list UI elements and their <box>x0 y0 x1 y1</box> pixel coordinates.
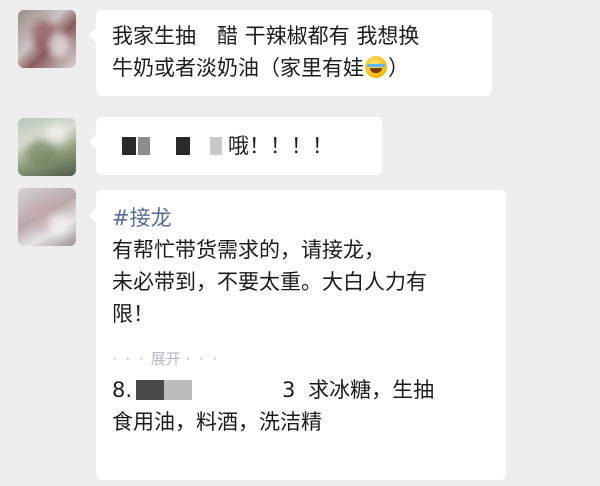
message-bubble[interactable]: #接龙 有帮忙带货需求的，请接龙， 未必带到，不要太重。大白人力有 限！ · ·… <box>89 190 506 480</box>
sender-avatar[interactable] <box>18 118 76 176</box>
redacted-name-block <box>122 137 136 155</box>
redacted-name-block <box>192 380 283 400</box>
sender-avatar[interactable] <box>18 10 76 68</box>
avatar-blur-shape <box>48 32 70 58</box>
message-line: 有帮忙带货需求的，请接龙， <box>112 238 385 262</box>
expand-label: 展开 <box>150 350 181 368</box>
avatar-blur-shape <box>46 124 68 144</box>
list-item-text: 食用油，料酒，洗洁精 <box>112 410 322 434</box>
avatar-blur-shape <box>48 214 70 236</box>
message-bubble[interactable]: 哦！！！！ <box>89 117 382 175</box>
message-line: 限！ <box>112 302 154 326</box>
message-line: 牛奶或者淡奶油（家里有娃 ） <box>112 52 476 84</box>
list-item-text: 求冰糖，生抽 <box>308 378 435 402</box>
redacted-name-block <box>138 137 150 155</box>
hashtag-link[interactable]: #接龙 <box>112 202 490 234</box>
message-line-text: ） <box>388 56 409 80</box>
message-line: 我家生抽 醋 干辣椒都有 我想换 <box>112 24 420 48</box>
redacted-name-block <box>176 137 190 155</box>
redacted-name-block <box>136 380 165 400</box>
list-item-number: 8. <box>112 378 133 402</box>
avatar-blur-shape <box>26 140 56 166</box>
message-line-text: 牛奶或者淡奶油（家里有娃 <box>112 56 364 80</box>
list-item: 8. 3 求冰糖，生抽 <box>112 374 490 406</box>
redacted-name-block <box>210 137 222 155</box>
sender-avatar[interactable] <box>18 188 76 246</box>
expand-dots: · · · <box>112 350 146 368</box>
laughing-crying-emoji-icon <box>365 56 387 78</box>
expand-toggle[interactable]: · · · 展开 · · · <box>112 348 490 370</box>
list-item-tail: 3 <box>282 378 296 402</box>
expand-dots: · · · <box>185 350 220 368</box>
redacted-name-block <box>164 380 193 400</box>
message-text: 哦！！！！ <box>228 134 333 158</box>
message-bubble[interactable]: 我家生抽 醋 干辣椒都有 我想换 牛奶或者淡奶油（家里有娃 ） <box>89 10 492 96</box>
message-line: 未必带到，不要太重。大白人力有 <box>112 270 427 294</box>
